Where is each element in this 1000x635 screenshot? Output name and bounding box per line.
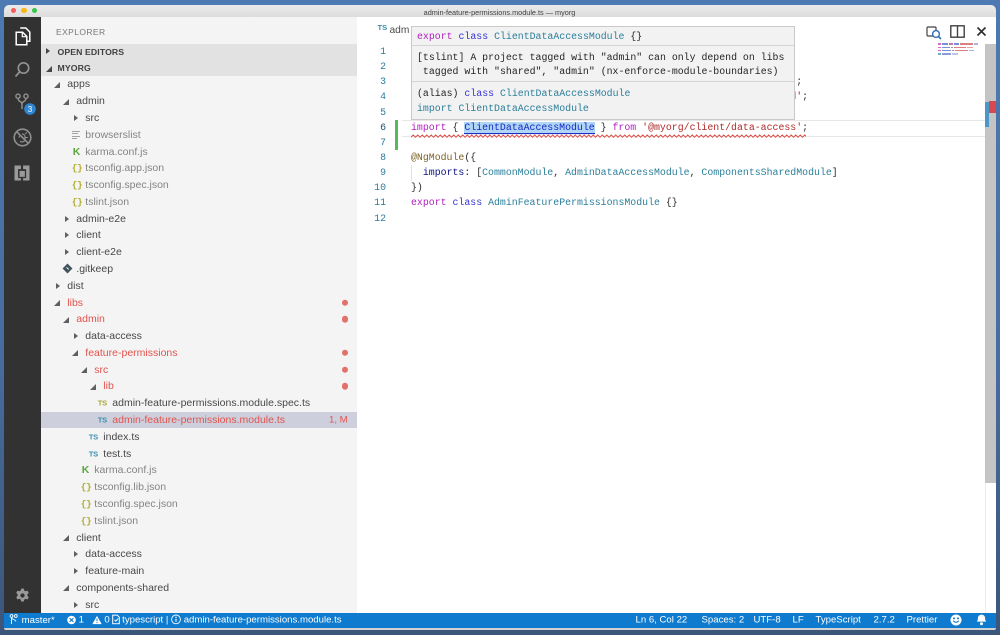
svg-text:3: 3 bbox=[27, 105, 32, 114]
